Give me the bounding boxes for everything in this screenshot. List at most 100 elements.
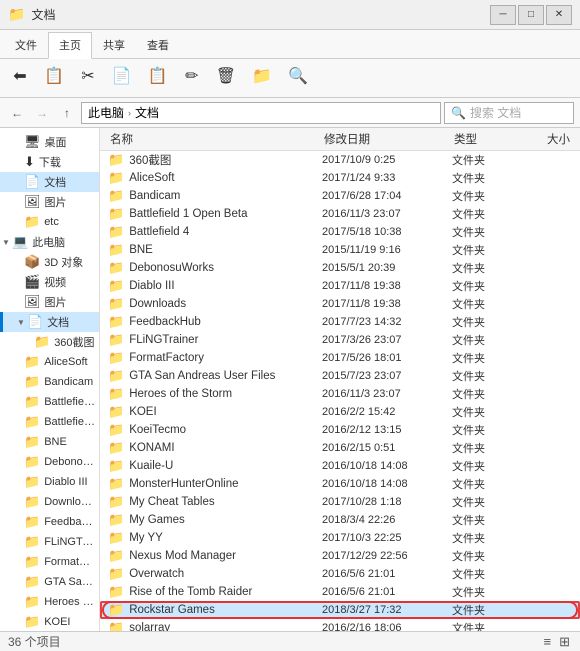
file-icon: 📁 <box>108 548 124 564</box>
list-view-button[interactable]: ≡ <box>542 634 554 650</box>
file-type: 文件夹 <box>452 422 522 438</box>
sidebar-item-bf4[interactable]: 📁 Battlefield 4 <box>0 412 99 432</box>
table-row[interactable]: 📁Overwatch2016/5/6 21:01文件夹 <box>100 565 580 583</box>
ribbon-btn-rename[interactable]: ✏ <box>178 66 206 88</box>
grid-view-button[interactable]: ⊞ <box>557 634 572 650</box>
file-date: 2017/6/28 17:04 <box>322 190 452 202</box>
sidebar-item-thispc[interactable]: ▼ 💻 此电脑 <box>0 232 99 252</box>
sidebar-item-label: Heroes of the... <box>44 596 95 608</box>
close-button[interactable]: ✕ <box>546 5 572 25</box>
ribbon-tab-share[interactable]: 共享 <box>92 32 136 58</box>
table-row[interactable]: 📁Heroes of the Storm2016/11/3 23:07文件夹 <box>100 385 580 403</box>
sidebar-item-pictures2[interactable]: 🖼 图片 <box>0 292 99 312</box>
file-icon: 📁 <box>108 458 124 474</box>
expand-icon: ▼ <box>17 318 27 327</box>
ribbon-btn-newfolder[interactable]: 📁 <box>246 66 278 88</box>
sidebar-item-formatfactory[interactable]: 📁 FormatFactory <box>0 552 99 572</box>
header-name[interactable]: 名称 <box>108 130 322 148</box>
file-type: 文件夹 <box>452 314 522 330</box>
sidebar-item-etc[interactable]: 📁 etc <box>0 212 99 232</box>
sidebar-item-documents[interactable]: 📄 文档 <box>0 172 99 192</box>
table-row[interactable]: 📁GTA San Andreas User Files2015/7/23 23:… <box>100 367 580 385</box>
ribbon-tab-home[interactable]: 主页 <box>48 32 92 59</box>
table-row[interactable]: 📁Downloads2017/11/8 19:38文件夹 <box>100 295 580 313</box>
sidebar-item-label: 此电脑 <box>32 234 65 250</box>
up-button[interactable]: ↑ <box>56 102 78 124</box>
minimize-button[interactable]: ─ <box>490 5 516 25</box>
sidebar-item-feedbackhub[interactable]: 📁 FeedbackHub <box>0 512 99 532</box>
address-bar[interactable]: 此电脑 › 文档 <box>81 102 441 124</box>
table-row[interactable]: 📁Diablo III2017/11/8 19:38文件夹 <box>100 277 580 295</box>
search-bar[interactable]: 🔍 搜索 文档 <box>444 102 574 124</box>
table-row[interactable]: 📁FormatFactory2017/5/26 18:01文件夹 <box>100 349 580 367</box>
ribbon-btn-back[interactable]: ⬅ <box>6 66 34 88</box>
sidebar-item-alicesoft[interactable]: 📁 AliceSoft <box>0 352 99 372</box>
sidebar-item-360[interactable]: 📁 360截图 <box>0 332 99 352</box>
sidebar-item-flingtrainer[interactable]: 📁 FLiNGTrainer <box>0 532 99 552</box>
table-row[interactable]: 📁KOEI2016/2/2 15:42文件夹 <box>100 403 580 421</box>
sidebar: 🖥 桌面 ⬇ 下载 📄 文档 🖼 图片 📁 etc ▼ 💻 此电脑 <box>0 128 100 631</box>
table-row[interactable]: 📁MonsterHunterOnline2016/10/18 14:08文件夹 <box>100 475 580 493</box>
table-row[interactable]: 📁My Games2018/3/4 22:26文件夹 <box>100 511 580 529</box>
table-row[interactable]: 📁Battlefield 42017/5/18 10:38文件夹 <box>100 223 580 241</box>
cut-icon: ✂ <box>81 69 94 85</box>
header-size[interactable]: 大小 <box>522 130 572 148</box>
sidebar-item-gta[interactable]: 📁 GTA San Andr... <box>0 572 99 592</box>
sidebar-item-debonosuwc[interactable]: 📁 DebonosuWc <box>0 452 99 472</box>
ribbon-btn-delete[interactable]: 🗑 <box>210 66 242 88</box>
sidebar-item-diablo3[interactable]: 📁 Diablo III <box>0 472 99 492</box>
table-row[interactable]: 📁Kuaile-U2016/10/18 14:08文件夹 <box>100 457 580 475</box>
ribbon-btn-paste[interactable]: 📋 <box>142 66 174 88</box>
sidebar-item-documents2[interactable]: ▼ 📄 文档 <box>0 312 99 332</box>
ribbon-tab-file[interactable]: 文件 <box>4 32 48 58</box>
newfolder-icon: 📁 <box>252 69 272 85</box>
table-row[interactable]: 📁AliceSoft2017/1/24 9:33文件夹 <box>100 169 580 187</box>
header-type[interactable]: 类型 <box>452 130 522 148</box>
ribbon-btn-cut[interactable]: ✂ <box>74 66 102 88</box>
table-row[interactable]: 📁My YY2017/10/3 22:25文件夹 <box>100 529 580 547</box>
table-row[interactable]: 📁solarray2016/2/16 18:06文件夹 <box>100 619 580 631</box>
maximize-button[interactable]: □ <box>518 5 544 25</box>
table-row[interactable]: 📁BNE2015/11/19 9:16文件夹 <box>100 241 580 259</box>
sidebar-item-heroes[interactable]: 📁 Heroes of the... <box>0 592 99 612</box>
table-row[interactable]: 📁FeedbackHub2017/7/23 14:32文件夹 <box>100 313 580 331</box>
sidebar-item-label: Downloads <box>44 496 95 508</box>
table-row[interactable]: 📁Rockstar Games2018/3/27 17:32文件夹 <box>100 601 580 619</box>
table-row[interactable]: 📁Bandicam2017/6/28 17:04文件夹 <box>100 187 580 205</box>
sidebar-item-videos[interactable]: 🎬 视频 <box>0 272 99 292</box>
sidebar-item-downloads[interactable]: ⬇ 下载 <box>0 152 99 172</box>
sidebar-item-label: Diablo III <box>44 476 87 488</box>
ribbon-btn-properties[interactable]: 🔍 <box>282 66 314 88</box>
table-row[interactable]: 📁Nexus Mod Manager2017/12/29 22:56文件夹 <box>100 547 580 565</box>
table-row[interactable]: 📁My Cheat Tables2017/10/28 1:18文件夹 <box>100 493 580 511</box>
file-type: 文件夹 <box>452 530 522 546</box>
table-row[interactable]: 📁FLiNGTrainer2017/3/26 23:07文件夹 <box>100 331 580 349</box>
table-row[interactable]: 📁360截图2017/10/9 0:25文件夹 <box>100 151 580 169</box>
sidebar-item-koei[interactable]: 📁 KOEI <box>0 612 99 631</box>
file-type: 文件夹 <box>452 440 522 456</box>
header-date[interactable]: 修改日期 <box>322 130 452 148</box>
ribbon-tab-view[interactable]: 查看 <box>136 32 180 58</box>
expand-icon: ▼ <box>2 238 12 247</box>
sidebar-item-3d[interactable]: 📦 3D 对象 <box>0 252 99 272</box>
file-type: 文件夹 <box>452 242 522 258</box>
table-row[interactable]: 📁DebonosuWorks2015/5/1 20:39文件夹 <box>100 259 580 277</box>
sidebar-item-label: etc <box>44 216 59 228</box>
table-row[interactable]: 📁KoeiTecmo2016/2/12 13:15文件夹 <box>100 421 580 439</box>
sidebar-item-pictures[interactable]: 🖼 图片 <box>0 192 99 212</box>
table-row[interactable]: 📁Rise of the Tomb Raider2016/5/6 21:01文件… <box>100 583 580 601</box>
folder-icon: 📁 <box>24 374 40 390</box>
table-row[interactable]: 📁KONAMI2016/2/15 0:51文件夹 <box>100 439 580 457</box>
ribbon-btn-copy[interactable]: 📄 <box>106 66 138 88</box>
folder-icon: 📁 <box>34 334 50 350</box>
forward-button[interactable]: → <box>31 102 53 124</box>
table-row[interactable]: 📁Battlefield 1 Open Beta2016/11/3 23:07文… <box>100 205 580 223</box>
sidebar-item-desktop[interactable]: 🖥 桌面 <box>0 132 99 152</box>
sidebar-item-bne[interactable]: 📁 BNE <box>0 432 99 452</box>
sidebar-item-bandicam[interactable]: 📁 Bandicam <box>0 372 99 392</box>
file-date: 2016/10/18 14:08 <box>322 460 452 472</box>
ribbon-btn-copy-path[interactable]: 📋 <box>38 66 70 88</box>
sidebar-item-bf1b[interactable]: 📁 Battlefield 1 O <box>0 392 99 412</box>
sidebar-item-downloads2[interactable]: 📁 Downloads <box>0 492 99 512</box>
back-button[interactable]: ← <box>6 102 28 124</box>
